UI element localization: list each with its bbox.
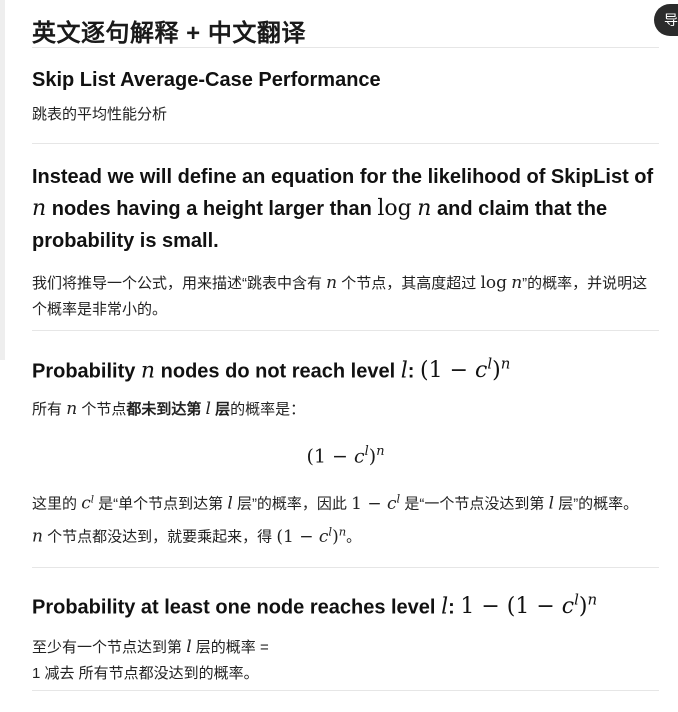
section-likelihood: Instead we will define an equation for t…: [32, 144, 659, 330]
sentence-chinese: 1 减去 所有节点都没达到的概率。: [32, 665, 259, 683]
sentence-chinese: 我们将推导一个公式，用来描述“跳表中含有 n 个节点，其高度超过 log n”的…: [32, 273, 648, 318]
sentence-english: Instead we will define an equation for t…: [32, 166, 654, 252]
section-no-node-reaches: Probability n nodes do not reach level l…: [32, 331, 659, 567]
page-title: 英文逐句解释 + 中文翻译: [32, 20, 306, 47]
left-rule: [0, 0, 5, 360]
sentence-english: Probability at least one node reaches le…: [32, 591, 598, 620]
sentence-chinese: n 个节点都没达到，就要乘起来，得 (1 − cl)n。: [32, 523, 362, 547]
explanation-panel: 英文逐句解释 + 中文翻译 Skip List Average-Case Per…: [32, 0, 659, 691]
divider: [32, 690, 659, 691]
section-at-least-one-reaches: Probability at least one node reaches le…: [32, 568, 659, 690]
sentence-chinese: 至少有一个节点达到第 l 层的概率 =: [32, 637, 269, 658]
sentence-chinese: 所有 n 个节点都未到达第 l 层的概率是：: [32, 399, 306, 420]
sentence-chinese: 这里的 cl 是“单个节点到达第 l 层”的概率，因此 1 − cl 是“一个节…: [32, 491, 639, 514]
display-formula: (1 − cl)n: [306, 444, 385, 468]
sentence-english: Skip List Average-Case Performance: [32, 69, 381, 91]
sentence-english: Probability n nodes do not reach level l…: [32, 355, 511, 384]
sentence-chinese: 跳表的平均性能分析: [32, 106, 168, 123]
section-heading: Skip List Average-Case Performance 跳表的平均…: [32, 48, 659, 143]
